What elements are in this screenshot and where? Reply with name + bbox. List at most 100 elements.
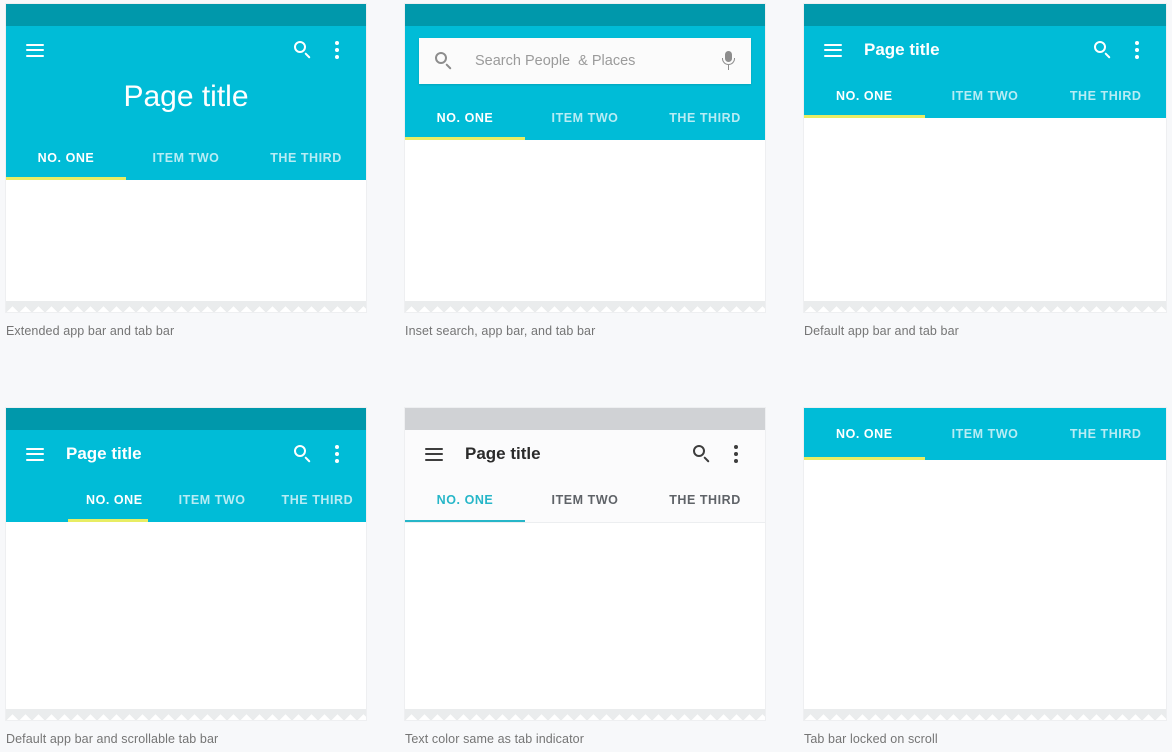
tab-bar-scrollable[interactable]: NO. ONE ITEM TWO THE THIRD [6, 478, 366, 522]
search-field[interactable]: Search People & Places [419, 38, 751, 84]
example-caption: Tab bar locked on scroll [804, 732, 938, 746]
tab-indicator [804, 457, 925, 460]
tab-indicator [68, 519, 148, 522]
page-title: Page title [864, 40, 940, 59]
status-bar [6, 4, 366, 26]
search-input[interactable]: Search People & Places [475, 53, 721, 69]
tab-the-third[interactable]: THE THIRD [1045, 74, 1166, 118]
search-button[interactable] [286, 33, 320, 67]
torn-edge [804, 709, 1166, 720]
menu-button[interactable] [816, 33, 850, 67]
hamburger-icon [26, 447, 44, 461]
app-bar-row: Page title [804, 26, 1166, 74]
search-icon [294, 445, 312, 463]
tab-indicator [405, 137, 525, 140]
tab-the-third[interactable]: THE THIRD [645, 96, 765, 140]
app-bar: Page title NO. ONE ITEM TWO THE THIRD [6, 26, 366, 180]
overflow-button[interactable] [719, 437, 753, 471]
app-bar: Page title NO. ONE ITEM TWO THE THIRD [804, 26, 1166, 118]
app-bar-row: Page title [6, 430, 366, 478]
tab-bar-divider [405, 522, 765, 523]
app-bar: NO. ONE ITEM TWO THE THIRD [804, 408, 1166, 460]
search-button[interactable] [286, 437, 320, 471]
example-inset-search: Search People & Places NO. ONE ITEM TWO … [405, 4, 765, 338]
status-bar [6, 408, 366, 430]
search-button[interactable] [1086, 33, 1120, 67]
device-frame: Page title NO. ONE ITEM TWO THE THIRD [6, 4, 366, 312]
overflow-menu-icon [1135, 41, 1139, 59]
status-bar [405, 4, 765, 26]
torn-edge [405, 301, 765, 312]
page-title: Page title [66, 444, 142, 463]
example-caption: Extended app bar and tab bar [6, 324, 175, 338]
tab-bar: NO. ONE ITEM TWO THE THIRD [405, 96, 765, 140]
app-bar-row: Page title [405, 430, 765, 478]
menu-button[interactable] [18, 437, 52, 471]
torn-edge [6, 709, 366, 720]
tab-no-one[interactable]: NO. ONE [6, 136, 126, 180]
overflow-button[interactable] [320, 33, 354, 67]
hamburger-icon [425, 447, 443, 461]
tab-no-one[interactable]: NO. ONE [405, 96, 525, 140]
status-bar [804, 4, 1166, 26]
overflow-menu-icon [335, 445, 339, 463]
search-icon [435, 52, 453, 70]
example-caption: Inset search, app bar, and tab bar [405, 324, 596, 338]
tab-item-two[interactable]: ITEM TWO [525, 96, 645, 140]
search-icon [1094, 41, 1112, 59]
hamburger-icon [824, 43, 842, 57]
tab-item-two[interactable]: ITEM TWO [525, 478, 645, 522]
tab-indicator [6, 177, 126, 180]
tab-item-two[interactable]: ITEM TWO [925, 408, 1046, 460]
example-scrollable-tab-bar: Page title NO. ONE ITEM TWO THE THIRD De… [6, 408, 366, 746]
page-title: Page title [465, 444, 541, 463]
overflow-button[interactable] [1120, 33, 1154, 67]
torn-edge [804, 301, 1166, 312]
app-bar: Search People & Places NO. ONE ITEM TWO … [405, 26, 765, 140]
tab-the-third[interactable]: THE THIRD [246, 136, 366, 180]
tab-bar: NO. ONE ITEM TWO THE THIRD [405, 478, 765, 522]
search-button[interactable] [685, 437, 719, 471]
tab-item-two[interactable]: ITEM TWO [925, 74, 1046, 118]
tab-bar: NO. ONE ITEM TWO THE THIRD [804, 408, 1166, 460]
device-frame: Page title NO. ONE ITEM TWO THE THIRD [405, 408, 765, 720]
tab-item-two[interactable]: ITEM TWO [126, 136, 246, 180]
example-tab-bar-locked: NO. ONE ITEM TWO THE THIRD Tab bar locke… [804, 408, 1166, 746]
tab-the-third[interactable]: THE THIRD [645, 478, 765, 522]
examples-grid: Page title NO. ONE ITEM TWO THE THIRD Ex… [0, 0, 1172, 752]
tab-item-two[interactable]: ITEM TWO [161, 478, 264, 522]
example-caption: Text color same as tab indicator [405, 732, 584, 746]
example-text-color-same-as-indicator: Page title NO. ONE ITEM TWO THE THIRD Te… [405, 408, 765, 746]
menu-button[interactable] [417, 437, 451, 471]
example-caption: Default app bar and tab bar [804, 324, 959, 338]
tab-indicator [804, 115, 925, 118]
search-wrap: Search People & Places [405, 26, 765, 96]
device-frame: Page title NO. ONE ITEM TWO THE THIRD [804, 4, 1166, 312]
example-default-app-bar: Page title NO. ONE ITEM TWO THE THIRD De… [804, 4, 1166, 338]
example-extended-app-bar: Page title NO. ONE ITEM TWO THE THIRD Ex… [6, 4, 366, 338]
hamburger-icon [26, 43, 44, 57]
overflow-button[interactable] [320, 437, 354, 471]
microphone-icon[interactable] [721, 51, 735, 71]
tab-bar: NO. ONE ITEM TWO THE THIRD [6, 136, 366, 180]
status-bar [405, 408, 765, 430]
overflow-menu-icon [335, 41, 339, 59]
tab-indicator [405, 519, 525, 522]
tab-no-one[interactable]: NO. ONE [405, 478, 525, 522]
torn-edge [405, 709, 765, 720]
tab-bar: NO. ONE ITEM TWO THE THIRD [804, 74, 1166, 118]
search-icon [693, 445, 711, 463]
tab-no-one[interactable]: NO. ONE [804, 408, 925, 460]
app-bar: Page title NO. ONE ITEM TWO THE THIRD [405, 430, 765, 523]
device-frame: Search People & Places NO. ONE ITEM TWO … [405, 4, 765, 312]
menu-button[interactable] [18, 33, 52, 67]
tab-the-third[interactable]: THE THIRD [1045, 408, 1166, 460]
device-frame: Page title NO. ONE ITEM TWO THE THIRD [6, 408, 366, 720]
app-bar: Page title NO. ONE ITEM TWO THE THIRD [6, 430, 366, 522]
app-bar-row [6, 26, 366, 74]
torn-edge [6, 301, 366, 312]
tab-no-one[interactable]: NO. ONE [804, 74, 925, 118]
example-caption: Default app bar and scrollable tab bar [6, 732, 219, 746]
tab-the-third[interactable]: THE THIRD [264, 478, 366, 522]
tab-no-one[interactable]: NO. ONE [68, 478, 161, 522]
